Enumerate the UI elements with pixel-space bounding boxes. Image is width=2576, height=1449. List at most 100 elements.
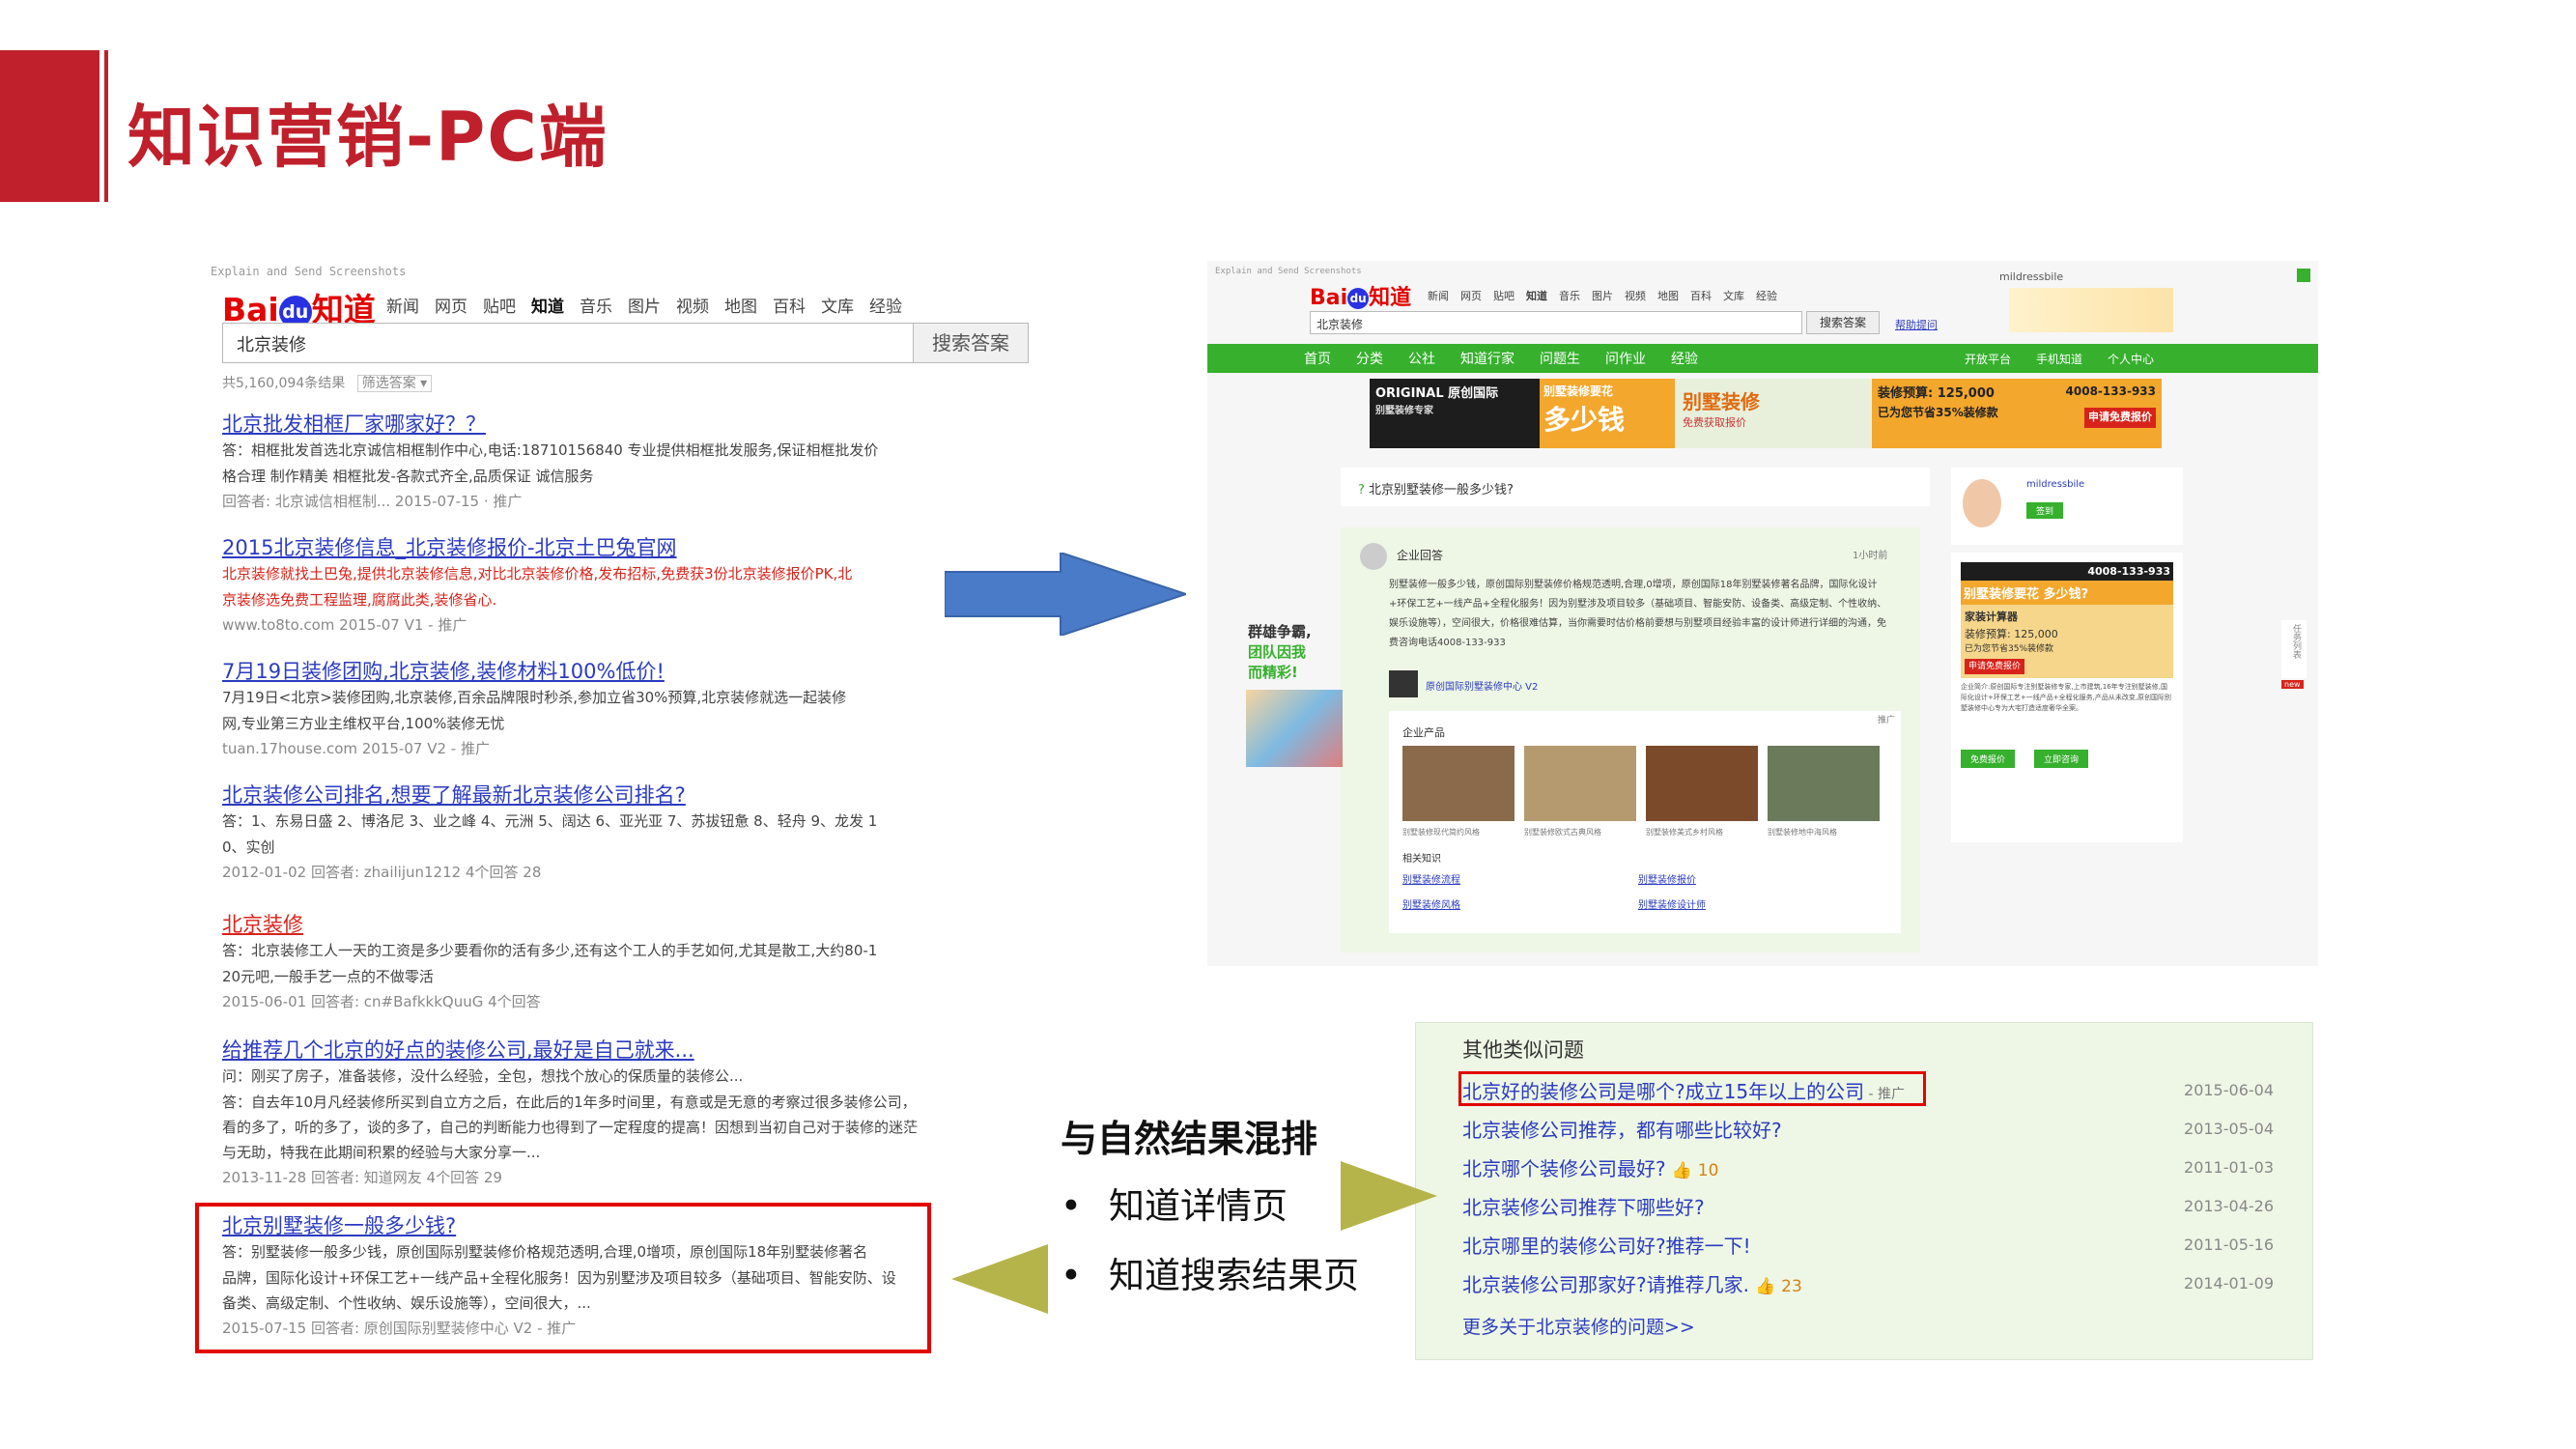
similar-question[interactable]: 北京好的装修公司是哪个?成立15年以上的公司 [1462,1080,1864,1103]
nav-item[interactable]: 视频 [1625,288,1646,303]
user-card: mildressbile 签到 [1951,468,2183,545]
similar-row[interactable]: 北京装修公司推荐，都有哪些比较好? 2013-05-04 [1462,1110,2274,1147]
ad-quote-button[interactable]: 申请免费报价 [2084,408,2156,428]
product-caption[interactable]: 别墅装修地中海风格 [1768,827,1837,838]
nav-item[interactable]: 网页 [435,293,467,317]
left-float-ad[interactable]: 群雄争霸, 团队因我 而精彩! [1248,622,1312,683]
similar-row[interactable]: 北京好的装修公司是哪个?成立15年以上的公司 - 推广 2015-06-04 [1462,1071,2274,1108]
signin-button[interactable]: 签到 [2026,502,2064,519]
green-nav-item[interactable]: 经验 [1671,349,1698,368]
green-nav-right[interactable]: 手机知道 [2036,351,2082,367]
sidebar-ad-btn[interactable]: 立即咨询 [2034,749,2089,768]
related-link[interactable]: 别墅装修设计师 [1638,896,1706,911]
mix-heading: 与自然结果混排 [1061,1118,1318,1160]
nav-item[interactable]: 新闻 [1428,288,1449,303]
nav-item[interactable]: 视频 [676,293,709,317]
result-item: 北京装修 答：北京装修工人一天的工资是多少要看你的活有多少,还有这个工人的手艺如… [222,912,918,1011]
result-title[interactable]: 给推荐几个北京的好点的装修公司,最好是自己就来... [222,1037,918,1064]
product-caption[interactable]: 别墅装修美式乡村风格 [1646,827,1723,838]
related-link[interactable]: 别墅装修流程 [1402,871,1460,886]
similar-row[interactable]: 北京哪个装修公司最好? 👍 10 2011-01-03 [1462,1149,2274,1185]
user-name[interactable]: mildressbile [2026,479,2084,490]
product-image[interactable] [1402,746,1514,821]
zhidao-logo[interactable]: Bai du 知道 [1310,280,1411,311]
green-nav-item[interactable]: 问题生 [1540,349,1580,368]
nav-item-active[interactable]: 知道 [1526,288,1547,303]
ad-slogan-big: 多少钱 [1543,404,1626,436]
result-snippet: 7月19日<北京>装修团购,北京装修,百余品牌限时秒杀,参加立省30%预算,北京… [222,689,847,707]
product-image[interactable] [1768,746,1880,821]
similar-question[interactable]: 北京哪个装修公司最好? [1462,1157,1666,1180]
similar-question[interactable]: 北京装修公司推荐，都有哪些比较好? [1462,1115,1782,1143]
similar-date: 2011-05-16 [2184,1235,2274,1254]
product-image[interactable] [1524,746,1636,821]
green-nav-item[interactable]: 知道行家 [1460,349,1514,368]
green-nav-item[interactable]: 公社 [1408,349,1435,368]
nav-item[interactable]: 文库 [821,293,854,317]
nav-item[interactable]: 贴吧 [483,293,516,317]
nav-item[interactable]: 百科 [1690,288,1712,303]
sidebar-ad-save: 已为您节省35%装修款 [1965,644,2054,655]
nav-item[interactable]: 文库 [1723,288,1744,303]
help-link[interactable]: 帮助提问 [1895,317,1938,332]
nav-item[interactable]: 新闻 [386,293,419,317]
nav-item[interactable]: 音乐 [1559,288,1580,303]
search-button[interactable]: 搜索答案 [913,323,1029,363]
nav-item[interactable]: 经验 [869,293,902,317]
search-input[interactable]: 北京装修 [1310,311,1802,334]
company-name[interactable]: 原创国际别墅装修中心 V2 [1426,678,1538,693]
side-new-badge: new [2281,680,2304,689]
result-title[interactable]: 7月19日装修团购,北京装修,装修材料100%低价! [222,659,918,685]
nav-item[interactable]: 网页 [1460,288,1482,303]
result-snippet: 答：相框批发首选北京诚信相框制作中心,电话:18710156840 专业提供相框… [222,441,879,460]
result-snippet: 0、实创 [222,838,275,856]
search-input[interactable]: 北京装修 [222,323,913,363]
sidebar-ad-apply[interactable]: 申请免费报价 [1965,658,2025,674]
similar-question[interactable]: 北京哪里的装修公司好?推荐一下! [1462,1231,1751,1259]
nav-item[interactable]: 地图 [724,293,757,317]
result-item: 北京批发相框厂家哪家好？？ 答：相框批发首选北京诚信相框制作中心,电话:1871… [222,412,918,511]
top-ad-banner[interactable]: ORIGINAL 原创国际 别墅装修专家 别墅装修要花 多少钱 别墅装修 免费获… [1370,379,2162,448]
top-promo-banner[interactable] [2009,288,2173,332]
nav-item[interactable]: 经验 [1756,288,1777,303]
sidebar-ad[interactable]: 4008-133-933 别墅装修要花 多少钱? 家装计算器 装修预算: 125… [1951,553,2183,842]
nav-item-active[interactable]: 知道 [531,293,564,317]
message-icon[interactable] [2297,269,2310,282]
result-title[interactable]: 2015北京装修信息_北京装修报价-北京土巴兔官网 [222,535,918,561]
product-caption[interactable]: 别墅装修欧式古典风格 [1524,827,1601,838]
green-nav-item[interactable]: 首页 [1304,349,1331,368]
ad-brand-sub: 别墅装修专家 [1375,405,1433,416]
side-task-tab[interactable]: 任务列表 [2281,620,2307,678]
similar-row[interactable]: 北京哪里的装修公司好?推荐一下! 2011-05-16 [1462,1226,2274,1263]
similar-row[interactable]: 北京装修公司那家好?请推荐几家. 👍 23 2014-01-09 [1462,1264,2274,1301]
nav-item[interactable]: 图片 [628,293,661,317]
similar-question[interactable]: 北京装修公司推荐下哪些好? [1462,1192,1705,1220]
result-title[interactable]: 北京批发相框厂家哪家好？？ [222,412,918,438]
result-title[interactable]: 北京装修 [222,912,918,938]
thumb-count: 23 [1781,1276,1802,1296]
green-nav-item[interactable]: 问作业 [1605,349,1646,368]
similar-row[interactable]: 北京装修公司推荐下哪些好? 2013-04-26 [1462,1187,2274,1224]
green-nav-item[interactable]: 分类 [1356,349,1383,368]
result-title[interactable]: 北京别墅装修一般多少钱? [222,1213,898,1239]
filter-dropdown[interactable]: 筛选答案 ▾ [356,375,433,392]
product-image[interactable] [1646,746,1758,821]
nav-item[interactable]: 地图 [1657,288,1679,303]
green-nav-right[interactable]: 开放平台 [1965,351,2011,367]
nav-item[interactable]: 贴吧 [1493,288,1514,303]
top-user[interactable]: mildressbile [1999,270,2063,283]
green-nav-right[interactable]: 个人中心 [2108,351,2154,367]
related-link[interactable]: 别墅装修报价 [1638,871,1696,886]
sidebar-ad-btn[interactable]: 免费报价 [1961,749,2016,768]
filter-label: 筛选答案 [361,376,416,391]
nav-item[interactable]: 音乐 [580,293,612,317]
related-link[interactable]: 别墅装修风格 [1402,896,1460,911]
nav-item[interactable]: 百科 [773,293,806,317]
product-caption[interactable]: 别墅装修现代简约风格 [1402,827,1480,838]
search-button[interactable]: 搜索答案 [1806,311,1880,334]
similar-question[interactable]: 北京装修公司那家好?请推荐几家. [1462,1273,1749,1296]
more-questions-link[interactable]: 更多关于北京装修的问题>> [1462,1313,1695,1339]
result-title[interactable]: 北京装修公司排名,想要了解最新北京装修公司排名? [222,782,918,809]
search-results-screenshot: Explain and Send Screenshots Bai du 知道 新闻 … [193,261,1029,1362]
nav-item[interactable]: 图片 [1592,288,1613,303]
